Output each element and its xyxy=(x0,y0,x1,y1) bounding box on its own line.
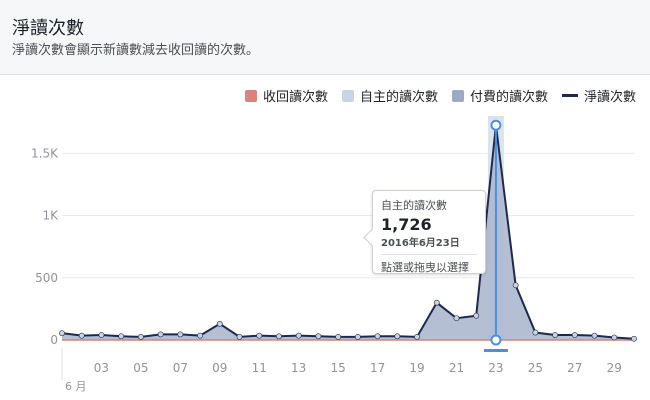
data-point xyxy=(414,333,420,340)
series-line-net xyxy=(61,125,635,340)
data-point xyxy=(216,320,223,327)
data-point xyxy=(137,333,144,340)
data-point xyxy=(552,332,559,338)
data-point xyxy=(433,299,440,306)
x-tick-label: 13 xyxy=(291,361,306,375)
page-title: 淨讀次數 xyxy=(12,18,84,39)
x-tick-label: 19 xyxy=(409,361,424,375)
data-point xyxy=(611,334,618,341)
data-point xyxy=(157,331,164,338)
x-tick-label: 09 xyxy=(212,361,227,375)
x-tick-label: 21 xyxy=(449,361,464,375)
data-point xyxy=(631,335,637,342)
data-point xyxy=(571,332,578,338)
x-tick-label: 25 xyxy=(528,361,543,375)
highlight-marker-top xyxy=(490,119,502,131)
y-tick-label: 1K xyxy=(42,209,59,223)
data-point xyxy=(335,333,342,340)
tooltip-date: 2016年6月23日 xyxy=(381,238,460,249)
x-tick-label: 03 xyxy=(94,361,109,375)
series-area-organic xyxy=(62,125,634,340)
highlight-marker-bottom xyxy=(490,334,502,346)
data-point xyxy=(118,333,125,340)
x-tick-label: 27 xyxy=(567,361,582,375)
data-point xyxy=(532,329,539,336)
page-subtitle: 淨讀次數會顯示新讀數減去收回讀的次數。 xyxy=(12,43,260,58)
data-point xyxy=(177,331,184,338)
data-point xyxy=(453,315,460,322)
x-tick-label: 05 xyxy=(133,361,148,375)
area-chart[interactable]: 0 500 1K 1.5K 03 05 07 09 11 13 15 17 19 21 23 25 27 29 6 … xyxy=(0,100,650,400)
data-point xyxy=(512,282,519,289)
data-point xyxy=(394,333,401,340)
x-tick-label: 11 xyxy=(252,361,267,375)
data-point xyxy=(197,332,203,339)
tooltip-value: 1,726 xyxy=(381,215,432,234)
data-point xyxy=(374,333,381,340)
x-tick-label: 17 xyxy=(370,361,385,375)
y-tick-label: 500 xyxy=(35,271,58,285)
data-point xyxy=(315,333,322,340)
chart-tooltip: 自主的讀次數 1,726 2016年6月23日 點選或拖曳以選擇 xyxy=(363,190,486,275)
x-tick-label: 07 xyxy=(173,361,188,375)
data-point xyxy=(295,332,302,339)
x-tick-label: 15 xyxy=(330,361,345,375)
data-point xyxy=(59,330,65,337)
x-month-label: 6 月 xyxy=(65,380,87,393)
data-point xyxy=(256,332,263,339)
tooltip-series-name: 自主的讀次數 xyxy=(381,199,447,212)
chart-header: 淨讀次數 淨讀次數會顯示新讀數減去收回讀的次數。 xyxy=(0,0,650,75)
data-point xyxy=(78,332,85,339)
y-tick-label: 0 xyxy=(50,333,58,347)
data-point xyxy=(354,333,361,340)
x-tick-label: 29 xyxy=(607,361,622,375)
data-point xyxy=(473,312,480,319)
tooltip-hint: 點選或拖曳以選擇 xyxy=(381,254,477,275)
x-tick-label: 23 xyxy=(488,361,503,375)
legend-swatch-net xyxy=(561,94,578,97)
data-point xyxy=(276,333,282,340)
data-point xyxy=(236,333,243,340)
data-point xyxy=(98,332,105,338)
highlight-range-bar xyxy=(483,349,508,352)
data-point xyxy=(591,332,598,339)
y-tick-label: 1.5K xyxy=(31,146,59,160)
series-area-paid xyxy=(62,129,634,340)
